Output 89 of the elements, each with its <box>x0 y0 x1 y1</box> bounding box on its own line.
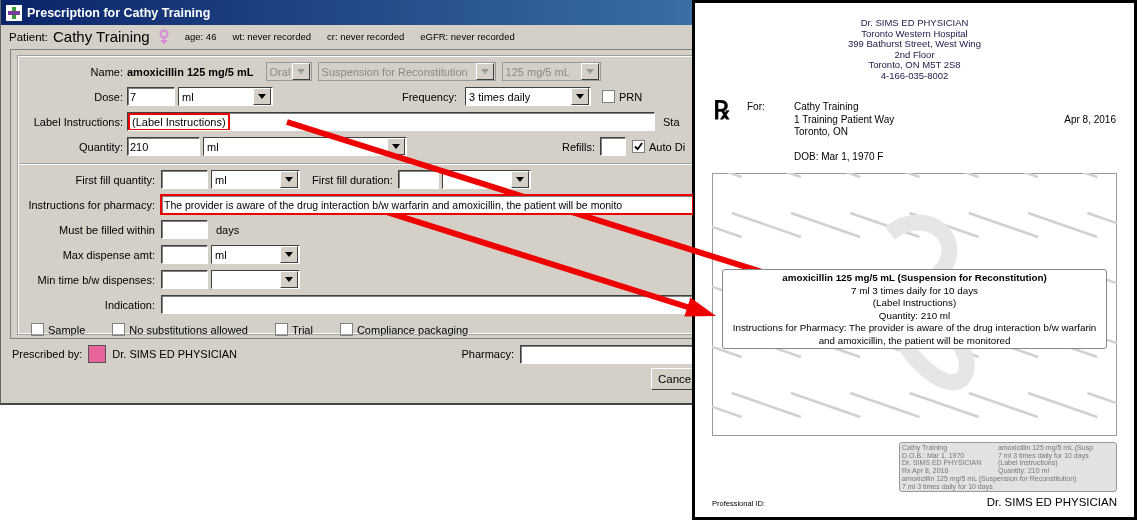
field-label: Indication: <box>103 298 156 311</box>
checkbox[interactable] <box>632 140 645 153</box>
caret-icon <box>258 94 266 99</box>
checkbox[interactable] <box>602 90 615 103</box>
dropdown[interactable]: ml <box>211 170 300 189</box>
field-label: Label Instructions: <box>32 115 124 128</box>
refills-field[interactable] <box>600 137 626 156</box>
label-instructions-field[interactable]: (Label Instructions) <box>127 112 655 131</box>
checkbox-label: No substitutions allowed <box>129 323 248 336</box>
field-label: Refills: <box>561 140 596 153</box>
checkbox-label: Trial <box>291 323 313 336</box>
dose-field[interactable]: 7 <box>127 87 175 106</box>
input-field[interactable] <box>161 270 208 289</box>
prescriber-name: Dr. SIMS ED PHYSICIAN <box>112 348 237 360</box>
highlighted-text: (Label Instructions) <box>130 115 228 129</box>
checkbox[interactable] <box>274 323 288 336</box>
input-field[interactable] <box>397 170 439 189</box>
checkbox-label: Sample <box>48 323 86 336</box>
for-label: For: <box>747 101 766 112</box>
field-label: First fill quantity: <box>74 173 156 186</box>
field-label: Must be filled within <box>58 223 156 236</box>
checkbox[interactable] <box>112 323 126 336</box>
dropdown[interactable]: ml <box>178 87 273 106</box>
field-label: Frequency: <box>400 90 458 103</box>
indication-field[interactable] <box>161 295 693 314</box>
dropdown[interactable]: ml <box>203 137 407 156</box>
checkbox-label: Compliance packaging <box>356 323 469 336</box>
cross-icon <box>6 4 22 21</box>
patient-label: Patient: <box>9 30 48 43</box>
field-label: Sta <box>663 115 680 128</box>
patient-line: Toronto, ON <box>794 126 849 139</box>
label-title: amoxicillin 125 mg/5 mL (Suspension for Reconstitution) <box>782 272 1047 285</box>
checkbox[interactable] <box>31 323 44 336</box>
dob-text: DOB: Mar 1, 1970 F <box>794 150 885 163</box>
checkbox-label: PRN <box>619 90 643 103</box>
header-line: Toronto, ON M5T 2S8 <box>868 60 961 71</box>
checkbox[interactable] <box>339 323 353 336</box>
label-line: Quantity: 210 ml <box>878 309 951 322</box>
field-label: Pharmacy: <box>461 348 514 360</box>
pharmacy-instructions-field[interactable]: The provider is aware of the drug interaction b/w warfarin and amoxicillin, the patient will be monito <box>161 195 693 214</box>
rx-symbol: ℞ <box>713 97 731 123</box>
label-line: 7 ml 3 times daily for 10 days <box>851 284 978 297</box>
pharmacy-field[interactable] <box>520 344 693 364</box>
patient-line: 1 Training Patient Way <box>794 113 895 126</box>
field-label: Max dispense amt: <box>61 248 156 261</box>
header-line: Dr. SIMS ED PHYSICIAN <box>860 18 969 29</box>
field-label: Instructions for pharmacy: <box>27 198 156 211</box>
cancel-button[interactable]: Cance <box>651 368 693 390</box>
age-text: age: 46 <box>184 31 217 42</box>
window-title: Prescription for Cathy Training <box>27 5 211 20</box>
female-icon <box>158 28 169 45</box>
caret-icon <box>285 277 293 282</box>
caret-icon <box>392 144 400 149</box>
header-line: 2nd Floor <box>894 49 935 60</box>
field-label: First fill duration: <box>312 173 393 186</box>
field-label: Name: <box>89 65 124 78</box>
caret-icon <box>576 94 584 99</box>
caret-icon <box>285 252 293 257</box>
input-field[interactable] <box>161 170 208 189</box>
caret-icon <box>296 69 305 74</box>
header-line: 4-166-035-8002 <box>880 70 949 81</box>
input-field[interactable] <box>161 245 208 264</box>
weight-text: wt: never recorded <box>232 31 312 42</box>
caret-icon <box>585 69 594 74</box>
patient-name: Cathy Training <box>53 28 150 45</box>
field-label: Dose: <box>93 90 124 103</box>
input-field[interactable] <box>161 220 208 239</box>
dropdown[interactable]: ml <box>211 245 300 264</box>
creatinine-text: cr: never recorded <box>327 31 405 42</box>
field-label: Prescribed by: <box>12 348 83 360</box>
signature-text: Dr. SIMS ED PHYSICIAN <box>986 496 1117 509</box>
caret-icon <box>515 177 524 182</box>
header-line: 399 Bathurst Street, West Wing <box>848 39 981 50</box>
label-line: (Label Instructions) <box>872 297 957 310</box>
dropdown[interactable] <box>211 270 300 289</box>
field-label: days <box>216 223 240 236</box>
field-label: Min time b/w dispenses: <box>36 273 156 286</box>
quantity-field[interactable]: 210 <box>127 137 200 156</box>
caret-icon <box>480 69 489 74</box>
frequency-dropdown[interactable]: 3 times daily <box>465 87 591 106</box>
label-line: Instructions for Pharmacy: The provider is aware of the drug interaction b/w warfarin and amoxicillin, the patient will be monitored <box>731 322 1098 347</box>
egfr-text: eGFR: never recorded <box>420 31 515 42</box>
header-line: Toronto Western Hospital <box>861 28 968 39</box>
date-text: Apr 8, 2016 <box>1064 114 1116 125</box>
checkbox-label: Auto Di <box>649 140 686 153</box>
drug-name: amoxicillin 125 mg/5 mL <box>127 65 254 78</box>
field-label: Quantity: <box>77 140 124 153</box>
caret-icon <box>285 177 293 182</box>
patient-line: Cathy Training <box>794 101 860 114</box>
